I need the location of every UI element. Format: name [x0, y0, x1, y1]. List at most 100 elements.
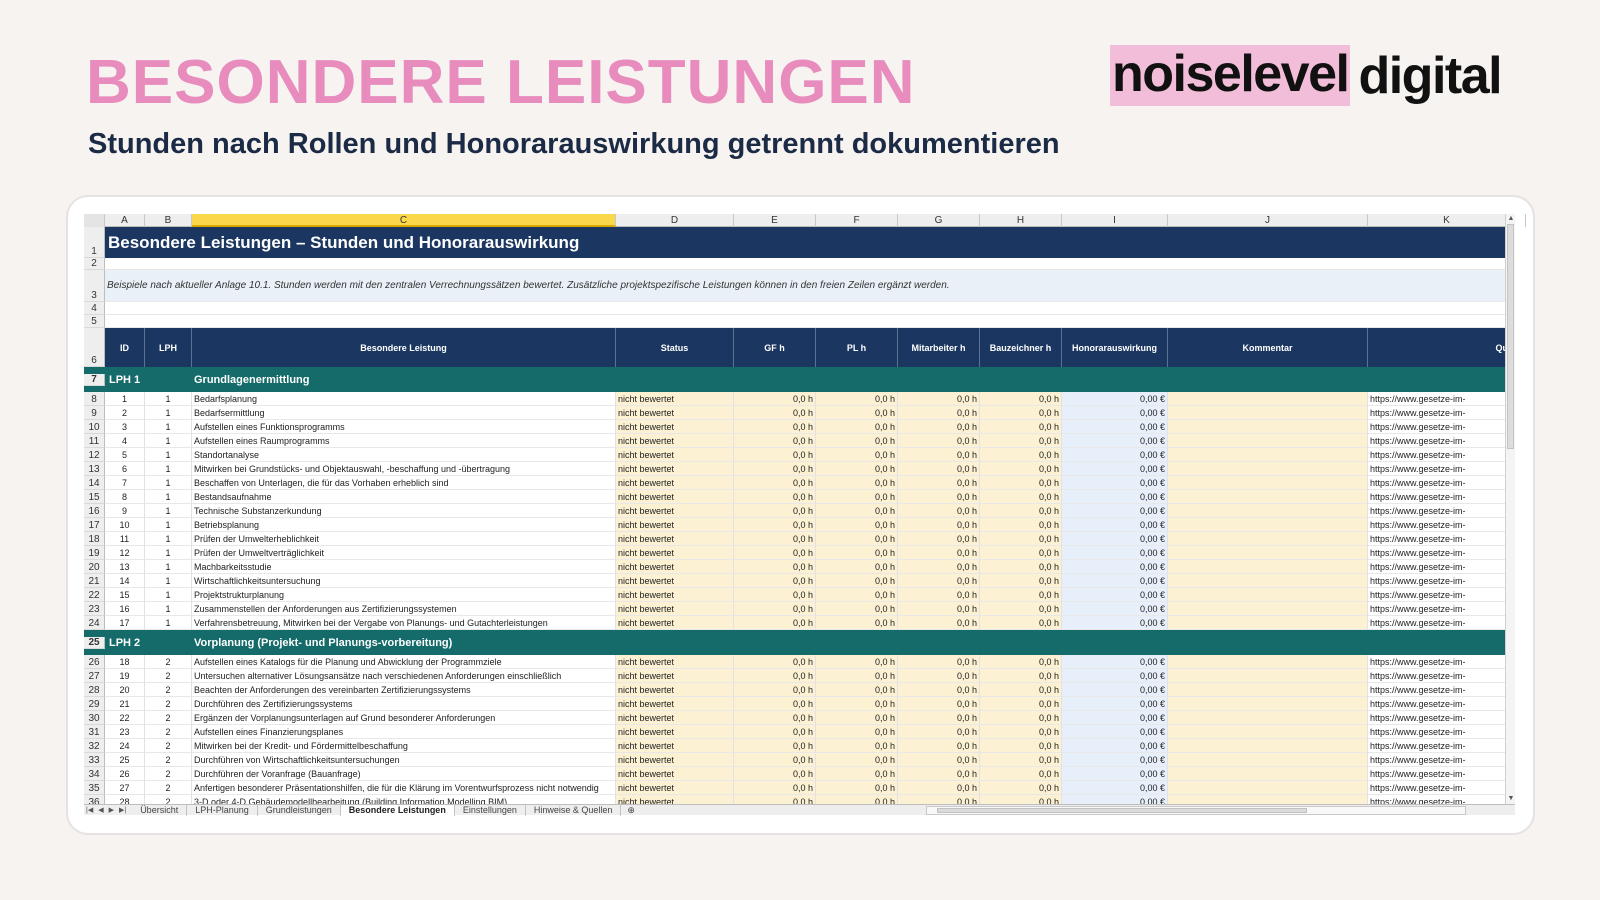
gf-hours-cell[interactable]: 0,0 h	[734, 518, 816, 532]
id-cell[interactable]: 18	[105, 655, 145, 669]
column-header-i[interactable]: I	[1062, 214, 1168, 227]
gf-hours-cell[interactable]: 0,0 h	[734, 392, 816, 406]
gf-hours-cell[interactable]: 0,0 h	[734, 532, 816, 546]
status-cell[interactable]: nicht bewertet	[616, 655, 734, 669]
status-cell[interactable]: nicht bewertet	[616, 753, 734, 767]
pl-hours-cell[interactable]: 0,0 h	[816, 532, 898, 546]
lph-cell[interactable]: 1	[145, 588, 192, 602]
status-cell[interactable]: nicht bewertet	[616, 546, 734, 560]
comment-cell[interactable]	[1168, 711, 1368, 725]
source-cell[interactable]: https://www.gesetze-im-	[1368, 504, 1515, 518]
pl-hours-cell[interactable]: 0,0 h	[816, 683, 898, 697]
row-number[interactable]: 6	[84, 328, 105, 367]
service-cell[interactable]: Aufstellen eines Funktionsprogramms	[192, 420, 616, 434]
row-number[interactable]: 21	[84, 574, 105, 588]
draftsman-hours-cell[interactable]: 0,0 h	[980, 753, 1062, 767]
fee-impact-cell[interactable]: 0,00 €	[1062, 753, 1168, 767]
pl-hours-cell[interactable]: 0,0 h	[816, 588, 898, 602]
last-sheet-icon[interactable]: ▶|	[119, 806, 126, 814]
id-cell[interactable]: 12	[105, 546, 145, 560]
fee-impact-cell[interactable]: 0,00 €	[1062, 532, 1168, 546]
source-cell[interactable]: https://www.gesetze-im-	[1368, 434, 1515, 448]
source-cell[interactable]: https://www.gesetze-im-	[1368, 560, 1515, 574]
employee-hours-cell[interactable]: 0,0 h	[898, 448, 980, 462]
row-number[interactable]: 11	[84, 434, 105, 448]
fee-impact-cell[interactable]: 0,00 €	[1062, 655, 1168, 669]
row-number[interactable]: 26	[84, 655, 105, 669]
sheet-title[interactable]: Besondere Leistungen – Stunden und Honor…	[105, 227, 1515, 258]
draftsman-hours-cell[interactable]: 0,0 h	[980, 683, 1062, 697]
employee-hours-cell[interactable]: 0,0 h	[898, 795, 980, 804]
row-number[interactable]: 13	[84, 462, 105, 476]
lph-cell[interactable]: 1	[145, 546, 192, 560]
fee-impact-cell[interactable]: 0,00 €	[1062, 795, 1168, 804]
draftsman-hours-cell[interactable]: 0,0 h	[980, 462, 1062, 476]
column-header-h[interactable]: H	[980, 214, 1062, 227]
row-number[interactable]: 14	[84, 476, 105, 490]
fee-impact-cell[interactable]: 0,00 €	[1062, 546, 1168, 560]
pl-hours-cell[interactable]: 0,0 h	[816, 406, 898, 420]
column-header-j[interactable]: J	[1168, 214, 1368, 227]
employee-hours-cell[interactable]: 0,0 h	[898, 504, 980, 518]
lph-cell[interactable]: 1	[145, 504, 192, 518]
employee-hours-cell[interactable]: 0,0 h	[898, 462, 980, 476]
draftsman-hours-cell[interactable]: 0,0 h	[980, 602, 1062, 616]
draftsman-hours-cell[interactable]: 0,0 h	[980, 490, 1062, 504]
prev-sheet-icon[interactable]: ◀	[98, 806, 103, 814]
status-cell[interactable]: nicht bewertet	[616, 476, 734, 490]
gf-hours-cell[interactable]: 0,0 h	[734, 616, 816, 630]
draftsman-hours-cell[interactable]: 0,0 h	[980, 504, 1062, 518]
lph-cell[interactable]: 2	[145, 781, 192, 795]
id-cell[interactable]: 2	[105, 406, 145, 420]
pl-hours-cell[interactable]: 0,0 h	[816, 725, 898, 739]
id-cell[interactable]: 13	[105, 560, 145, 574]
lph-cell[interactable]: 2	[145, 697, 192, 711]
draftsman-hours-cell[interactable]: 0,0 h	[980, 616, 1062, 630]
row-number[interactable]: 22	[84, 588, 105, 602]
pl-hours-cell[interactable]: 0,0 h	[816, 392, 898, 406]
id-cell[interactable]: 26	[105, 767, 145, 781]
status-cell[interactable]: nicht bewertet	[616, 574, 734, 588]
sheet-tab-einstellungen[interactable]: Einstellungen	[455, 804, 526, 816]
service-cell[interactable]: Bestandsaufnahme	[192, 490, 616, 504]
employee-hours-cell[interactable]: 0,0 h	[898, 767, 980, 781]
source-cell[interactable]: https://www.gesetze-im-	[1368, 739, 1515, 753]
gf-hours-cell[interactable]: 0,0 h	[734, 725, 816, 739]
service-cell[interactable]: Wirtschaftlichkeitsuntersuchung	[192, 574, 616, 588]
lph-cell[interactable]: 1	[145, 490, 192, 504]
source-cell[interactable]: https://www.gesetze-im-	[1368, 616, 1515, 630]
row-number[interactable]: 25	[84, 636, 105, 649]
status-cell[interactable]: nicht bewertet	[616, 683, 734, 697]
comment-cell[interactable]	[1168, 683, 1368, 697]
source-cell[interactable]: https://www.gesetze-im-	[1368, 753, 1515, 767]
source-cell[interactable]: https://www.gesetze-im-	[1368, 392, 1515, 406]
id-cell[interactable]: 15	[105, 588, 145, 602]
pl-hours-cell[interactable]: 0,0 h	[816, 434, 898, 448]
source-cell[interactable]: https://www.gesetze-im-	[1368, 725, 1515, 739]
draftsman-hours-cell[interactable]: 0,0 h	[980, 767, 1062, 781]
employee-hours-cell[interactable]: 0,0 h	[898, 532, 980, 546]
source-cell[interactable]: https://www.gesetze-im-	[1368, 532, 1515, 546]
draftsman-hours-cell[interactable]: 0,0 h	[980, 697, 1062, 711]
status-cell[interactable]: nicht bewertet	[616, 711, 734, 725]
draftsman-hours-cell[interactable]: 0,0 h	[980, 448, 1062, 462]
service-cell[interactable]: Betriebsplanung	[192, 518, 616, 532]
id-cell[interactable]: 24	[105, 739, 145, 753]
status-cell[interactable]: nicht bewertet	[616, 725, 734, 739]
service-cell[interactable]: Beschaffen von Unterlagen, die für das V…	[192, 476, 616, 490]
row-number[interactable]: 17	[84, 518, 105, 532]
lph-cell[interactable]: 1	[145, 476, 192, 490]
comment-cell[interactable]	[1168, 406, 1368, 420]
draftsman-hours-cell[interactable]: 0,0 h	[980, 711, 1062, 725]
status-cell[interactable]: nicht bewertet	[616, 518, 734, 532]
fee-impact-cell[interactable]: 0,00 €	[1062, 420, 1168, 434]
pl-hours-cell[interactable]: 0,0 h	[816, 420, 898, 434]
employee-hours-cell[interactable]: 0,0 h	[898, 753, 980, 767]
source-cell[interactable]: https://www.gesetze-im-	[1368, 795, 1515, 804]
id-cell[interactable]: 28	[105, 795, 145, 804]
pl-hours-cell[interactable]: 0,0 h	[816, 476, 898, 490]
row-number[interactable]: 34	[84, 767, 105, 781]
employee-hours-cell[interactable]: 0,0 h	[898, 518, 980, 532]
lph-cell[interactable]: 1	[145, 602, 192, 616]
vertical-scrollbar[interactable]: ▲ ▼	[1505, 214, 1515, 804]
